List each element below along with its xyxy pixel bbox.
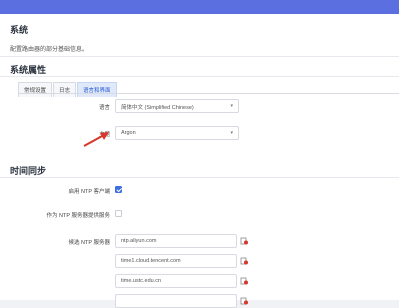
- theme-select[interactable]: Argon ▾: [115, 126, 239, 140]
- ntp-server-input[interactable]: time.ustc.edu.cn: [115, 274, 237, 288]
- tab-bar: 常规设置 日志 语言和界面: [18, 82, 118, 97]
- divider: [0, 76, 399, 77]
- ntp-server-label: 作为 NTP 服务器提供服务: [46, 213, 110, 219]
- language-select-value: 简体中文 (Simplified Chinese): [121, 105, 194, 111]
- delete-icon[interactable]: [240, 276, 248, 285]
- theme-select-value: Argon: [121, 130, 136, 136]
- page-title: 系统: [10, 25, 29, 35]
- delete-icon[interactable]: [240, 296, 248, 305]
- tab-log[interactable]: 日志: [53, 82, 77, 97]
- ntp-candidates-label: 候选 NTP 服务器: [68, 240, 110, 246]
- chevron-down-icon: ▾: [230, 130, 233, 136]
- tab-language-ui[interactable]: 语言和界面: [77, 82, 117, 97]
- ntp-client-checkbox[interactable]: [115, 186, 122, 193]
- ntp-server-input-partial[interactable]: [115, 294, 237, 308]
- delete-icon[interactable]: [240, 236, 248, 245]
- ntp-server-input[interactable]: ntp.aliyun.com: [115, 234, 237, 248]
- tab-underline: [18, 93, 399, 94]
- ntp-server-checkbox[interactable]: [115, 210, 122, 217]
- red-arrow-annotation-icon: [83, 132, 109, 147]
- section-title-properties: 系统属性: [10, 65, 47, 75]
- chevron-down-icon: ▾: [230, 103, 233, 109]
- language-select[interactable]: 简体中文 (Simplified Chinese) ▾: [115, 99, 239, 113]
- top-bar: [0, 0, 399, 14]
- ntp-server-input[interactable]: time1.cloud.tencent.com: [115, 254, 237, 268]
- tab-general[interactable]: 常规设置: [18, 82, 53, 97]
- system-panel: 系统 配置路由器的部分基础信息。 系统属性 常规设置 日志 语言和界面 语言 简…: [0, 14, 399, 165]
- page-description: 配置路由器的部分基础信息。: [10, 47, 89, 53]
- delete-icon[interactable]: [240, 256, 248, 265]
- language-label: 语言: [98, 105, 110, 111]
- time-sync-panel: 时间同步 启用 NTP 客户端 作为 NTP 服务器提供服务 候选 NTP 服务…: [0, 160, 399, 308]
- divider: [0, 56, 399, 57]
- section-title-time-sync: 时间同步: [10, 166, 47, 176]
- ntp-client-label: 启用 NTP 客户端: [68, 189, 110, 195]
- divider: [0, 177, 399, 178]
